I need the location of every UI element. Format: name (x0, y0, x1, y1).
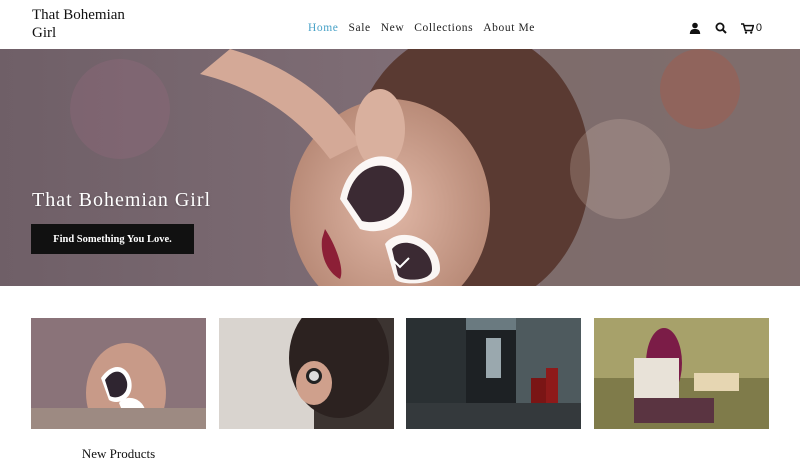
chevron-down-icon[interactable] (389, 256, 411, 275)
header-icons: 0 (689, 22, 762, 34)
hero-title: That Bohemian Girl (32, 189, 212, 211)
collection-card[interactable]: New Products (31, 318, 206, 462)
nav-item-about-me[interactable]: About Me (483, 22, 535, 34)
search-icon[interactable] (715, 22, 727, 34)
collection-image (594, 318, 769, 429)
collection-image (31, 318, 206, 443)
collection-title: New Products (81, 446, 156, 461)
collection-card[interactable] (406, 318, 581, 446)
cart-count: 0 (755, 22, 762, 34)
collection-image (406, 318, 581, 429)
collection-image (219, 298, 394, 429)
collection-card[interactable] (219, 298, 394, 446)
main-nav: Home Sale New Collections About Me (308, 22, 545, 34)
cart-link[interactable]: 0 (740, 22, 762, 34)
nav-item-sale[interactable]: Sale (349, 22, 371, 34)
site-logo[interactable]: That Bohemian Girl (32, 6, 142, 42)
user-icon[interactable] (689, 22, 701, 34)
cart-icon (740, 22, 754, 34)
nav-item-home[interactable]: Home (308, 22, 339, 34)
hero-banner: That Bohemian Girl Find Something You Lo… (0, 49, 800, 286)
site-header: That Bohemian Girl Home Sale New Collect… (0, 0, 800, 49)
nav-item-new[interactable]: New (381, 22, 405, 34)
nav-item-collections[interactable]: Collections (414, 22, 473, 34)
collection-card[interactable] (594, 318, 769, 446)
find-something-button[interactable]: Find Something You Love. (31, 224, 194, 254)
